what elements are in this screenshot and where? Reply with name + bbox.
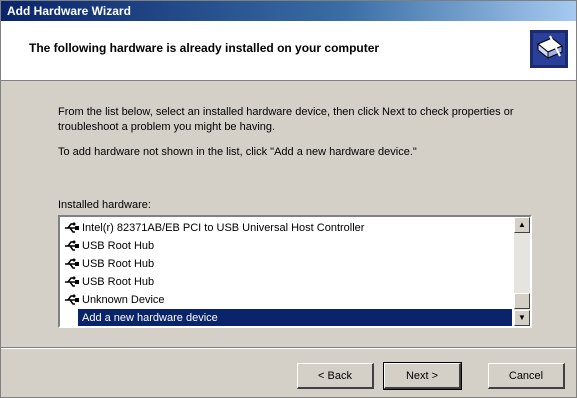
list-item-label: USB Root Hub — [82, 276, 155, 288]
button-separator — [1, 347, 576, 349]
list-item[interactable]: USB Root Hub — [60, 273, 512, 291]
hardware-wizard-icon — [530, 30, 568, 68]
header-title: The following hardware is already instal… — [29, 41, 380, 55]
scroll-down-arrow-icon[interactable]: ▼ — [514, 310, 530, 326]
usb-icon — [65, 258, 79, 269]
list-item-label: USB Root Hub — [82, 240, 155, 252]
list-item[interactable]: Unknown Device — [60, 291, 512, 309]
list-items: Intel(r) 82371AB/EB PCI to USB Universal… — [60, 219, 512, 326]
wizard-body: From the list below, select an installed… — [1, 81, 576, 343]
installed-hardware-list[interactable]: Intel(r) 82371AB/EB PCI to USB Universal… — [58, 215, 532, 328]
list-scrollbar[interactable]: ▲ ▼ — [514, 217, 530, 326]
list-item-label: USB Root Hub — [82, 258, 155, 270]
wizard-header: The following hardware is already instal… — [1, 21, 576, 81]
installed-hardware-label: Installed hardware: — [58, 199, 151, 211]
scroll-up-arrow-icon[interactable]: ▲ — [514, 217, 530, 233]
scroll-thumb[interactable] — [514, 293, 530, 309]
usb-icon — [65, 294, 79, 305]
list-item[interactable]: USB Root Hub — [60, 255, 512, 273]
list-item[interactable]: Intel(r) 82371AB/EB PCI to USB Universal… — [60, 219, 512, 237]
instruction-text: From the list below, select an installed… — [58, 106, 514, 133]
usb-icon — [65, 222, 79, 233]
wizard-window: Add Hardware Wizard The following hardwa… — [0, 0, 577, 398]
add-new-hardware-item[interactable]: Add a new hardware device — [78, 309, 512, 326]
list-item[interactable]: USB Root Hub — [60, 237, 512, 255]
usb-icon — [65, 276, 79, 287]
title-bar[interactable]: Add Hardware Wizard — [1, 1, 576, 21]
add-hardware-hint: To add hardware not shown in the list, c… — [58, 146, 417, 158]
list-item-label: Unknown Device — [82, 294, 165, 306]
next-button[interactable]: Next > — [383, 362, 462, 390]
list-item-label: Intel(r) 82371AB/EB PCI to USB Universal… — [82, 222, 365, 234]
cancel-button[interactable]: Cancel — [488, 363, 565, 389]
usb-icon — [65, 240, 79, 251]
back-button[interactable]: < Back — [297, 363, 374, 389]
